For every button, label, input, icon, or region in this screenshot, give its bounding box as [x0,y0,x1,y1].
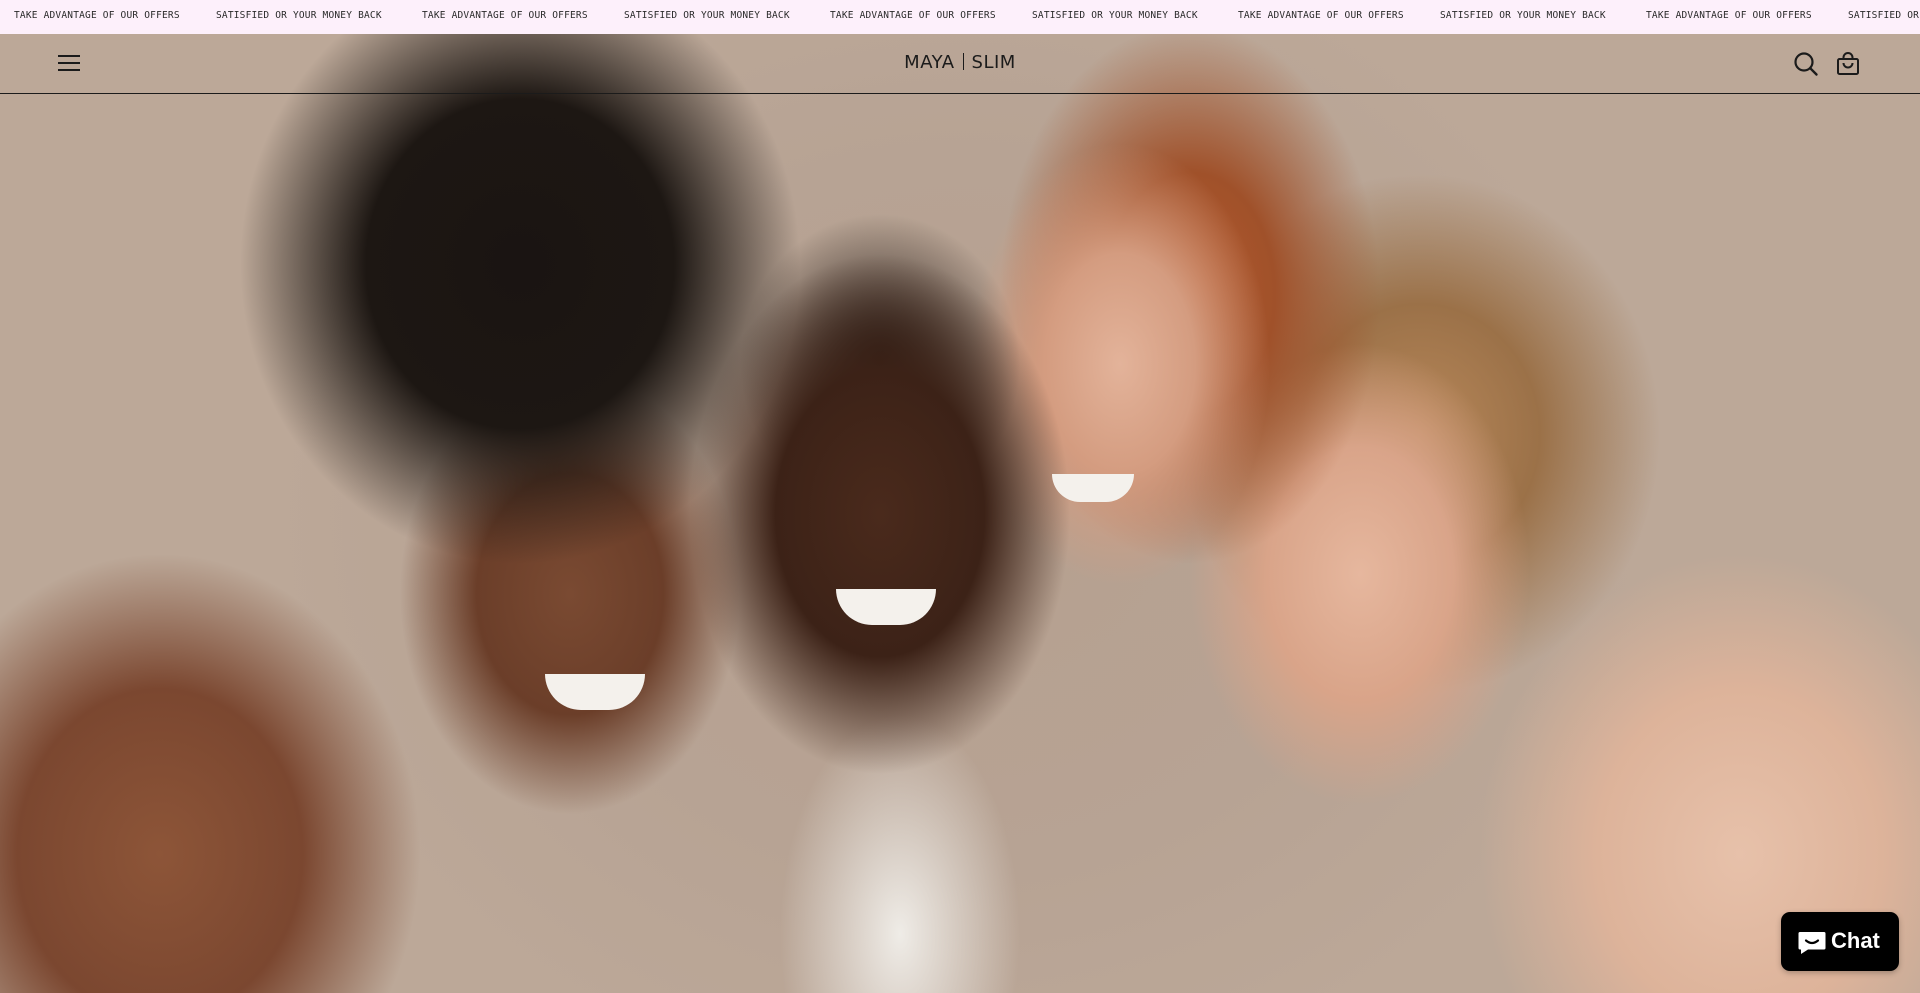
logo-text-right: SLIM [971,52,1016,73]
chat-label: Chat [1831,928,1880,953]
announcement-item: SATISFIED OR YOUR MONEY BACK [624,10,790,21]
announcement-item: SATISFIED OR YOUR MONEY BACK [1848,10,1920,21]
hero-smile-1 [545,674,645,710]
shopping-bag-icon [1837,52,1859,75]
announcement-item: TAKE ADVANTAGE OF OUR OFFERS [1646,10,1812,21]
announcement-item: TAKE ADVANTAGE OF OUR OFFERS [422,10,588,21]
hero-smile-2 [836,589,936,625]
announcement-item: SATISFIED OR YOUR MONEY BACK [1032,10,1198,21]
announcement-item: TAKE ADVANTAGE OF OUR OFFERS [14,10,180,21]
hero-smile-3 [1052,474,1134,502]
site-header: MAYA SLIM [0,34,1920,94]
hero-image [0,34,1920,993]
announcement-bar: TAKE ADVANTAGE OF OUR OFFERS SATISFIED O… [0,0,1920,34]
announcement-item: TAKE ADVANTAGE OF OUR OFFERS [1238,10,1404,21]
chat-button[interactable]: Chat [1781,912,1899,971]
announcement-item: TAKE ADVANTAGE OF OUR OFFERS [830,10,996,21]
site-logo[interactable]: MAYA SLIM [0,52,1920,73]
chat-bubble-icon [1798,932,1826,954]
announcement-item: SATISFIED OR YOUR MONEY BACK [1440,10,1606,21]
logo-divider [962,53,964,70]
cart-button[interactable] [1835,51,1861,77]
logo-text-left: MAYA [904,52,955,73]
search-button[interactable] [1793,51,1819,77]
search-icon [1794,52,1818,76]
announcement-item: SATISFIED OR YOUR MONEY BACK [216,10,382,21]
